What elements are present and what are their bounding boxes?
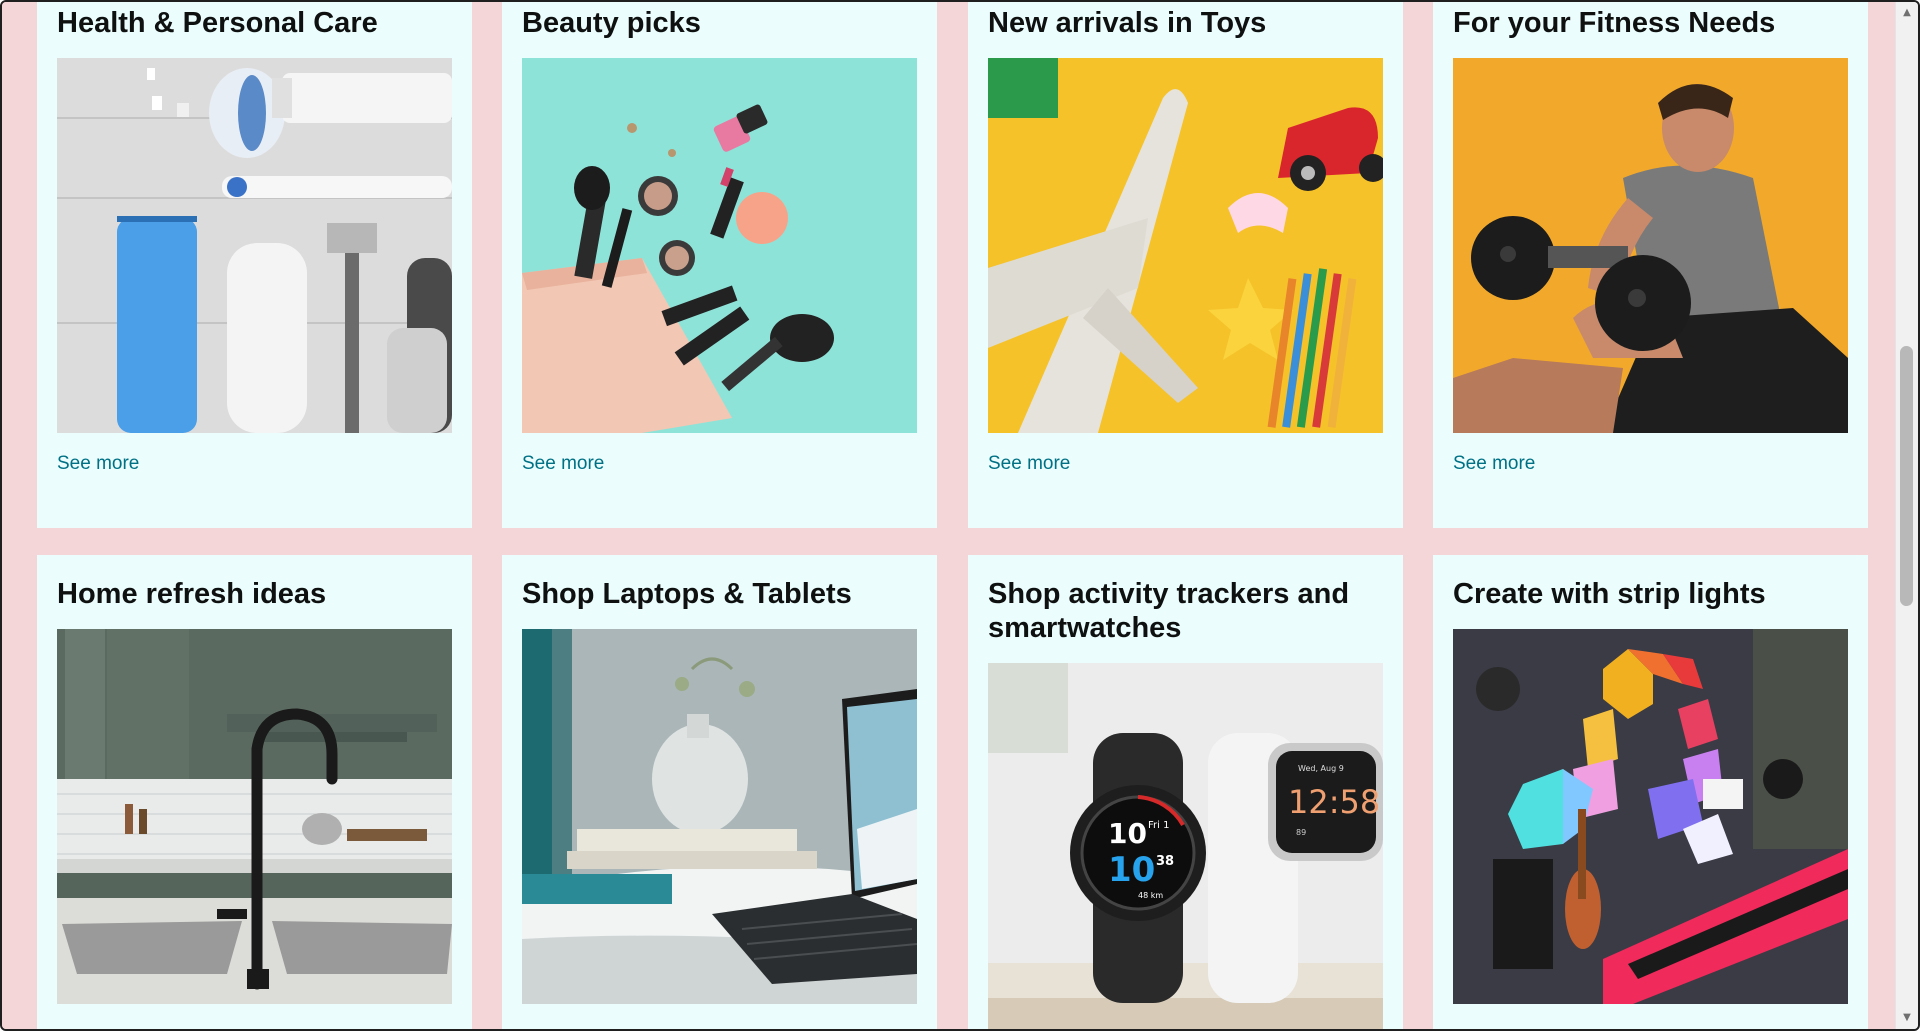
scrollbar-thumb[interactable] (1900, 346, 1913, 606)
card-health-personal-care: Health & Personal Care See more (37, 2, 472, 528)
card-shop-laptops-tablets: Shop Laptops & Tablets (502, 555, 937, 1029)
card-fitness-needs: For your Fitness Needs See more (1433, 2, 1868, 528)
scroll-down-arrow-icon[interactable]: ▼ (1896, 1009, 1918, 1027)
card-beauty-picks: Beauty picks See more (502, 2, 937, 528)
card-title[interactable]: Home refresh ideas (57, 577, 452, 611)
see-more-link[interactable]: See more (522, 453, 604, 475)
smartwatches-image[interactable]: 10 Fri 1 10 38 48 km Wed, Aug 9 12:58 89 (988, 663, 1383, 1029)
see-more-link[interactable]: See more (1453, 453, 1535, 475)
card-title[interactable]: Health & Personal Care (57, 6, 452, 40)
product-category-grid: Health & Personal Care See more Beauty p… (2, 2, 1898, 1029)
right-watch-date: Wed, Aug 9 (1298, 764, 1344, 773)
card-home-refresh-ideas: Home refresh ideas (37, 555, 472, 1029)
health-personal-care-products-image[interactable] (57, 58, 452, 433)
card-shop-activity-trackers: Shop activity trackers and smartwatches … (968, 555, 1403, 1029)
card-title[interactable]: Shop activity trackers and smartwatches (988, 577, 1383, 645)
card-title[interactable]: For your Fitness Needs (1453, 6, 1848, 40)
vertical-scrollbar[interactable]: ▲ ▼ (1895, 2, 1918, 1029)
left-watch-time-bottom: 10 (1108, 850, 1155, 890)
left-watch-time-top: 10 (1108, 817, 1147, 850)
browser-viewport: Health & Personal Care See more Beauty p… (0, 0, 1920, 1031)
card-title[interactable]: New arrivals in Toys (988, 6, 1383, 40)
right-watch-stat: 89 (1296, 828, 1306, 837)
left-watch-distance: 48 km (1138, 891, 1163, 900)
music-room-led-lights-image[interactable] (1453, 629, 1848, 1004)
card-title[interactable]: Beauty picks (522, 6, 917, 40)
right-watch-time: 12:58 (1288, 783, 1380, 821)
see-more-link[interactable]: See more (57, 453, 139, 475)
card-title[interactable]: Shop Laptops & Tablets (522, 577, 917, 611)
toys-airplane-car-pencils-image[interactable] (988, 58, 1383, 433)
card-create-strip-lights: Create with strip lights (1433, 555, 1868, 1029)
makeup-cosmetics-image[interactable] (522, 58, 917, 433)
scroll-up-arrow-icon[interactable]: ▲ (1896, 4, 1918, 22)
left-watch-seconds: 38 (1156, 854, 1174, 869)
card-new-arrivals-toys: New arrivals in Toys See more (968, 2, 1403, 528)
see-more-link[interactable]: See more (988, 453, 1070, 475)
kitchen-faucet-sink-image[interactable] (57, 629, 452, 1004)
left-watch-day: Fri 1 (1148, 820, 1169, 831)
card-title[interactable]: Create with strip lights (1453, 577, 1848, 611)
man-lifting-dumbbell-image[interactable] (1453, 58, 1848, 433)
laptop-desk-vase-image[interactable] (522, 629, 917, 1004)
